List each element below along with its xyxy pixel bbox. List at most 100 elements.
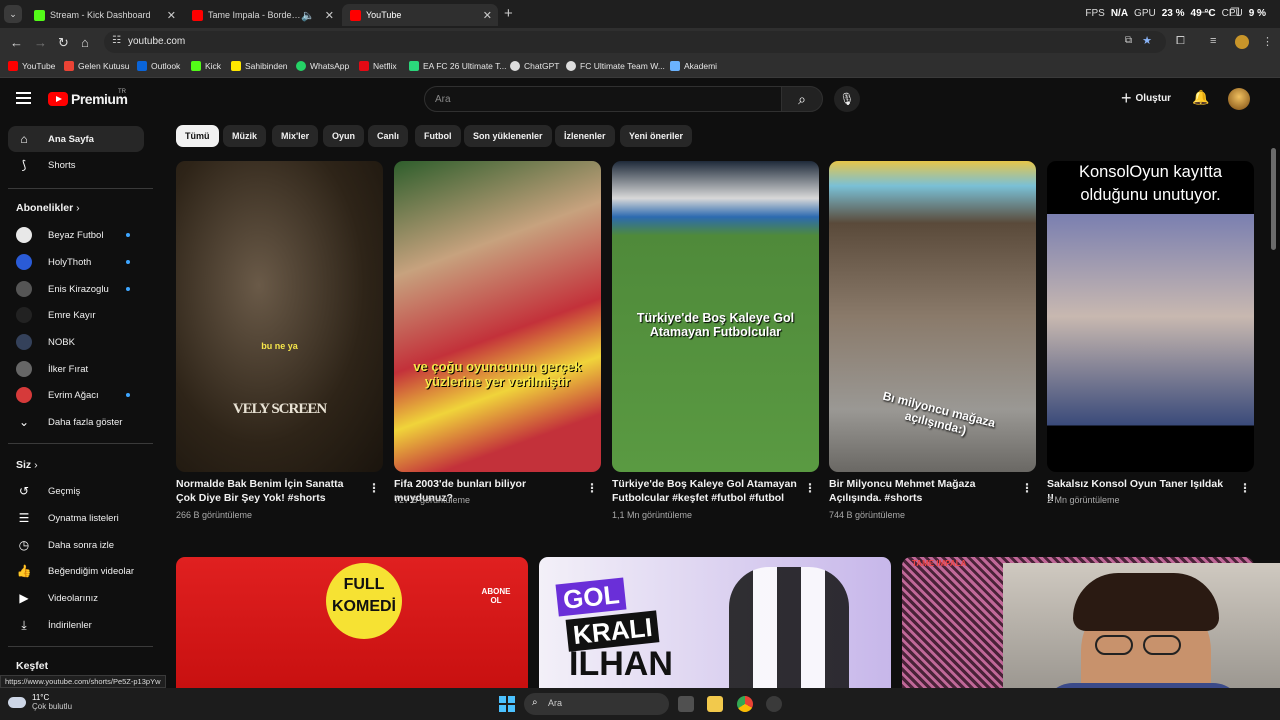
sidebar-item-downloads[interactable]: ⤓ İndirilenler <box>8 612 144 638</box>
chip-gaming[interactable]: Oyun <box>323 125 365 147</box>
more-options-icon[interactable]: ⋮ <box>1021 481 1033 495</box>
sidebar-item-shorts[interactable]: ⟆ Shorts <box>8 152 144 178</box>
bookmark-gmail[interactable]: Gelen Kutusu <box>64 61 130 71</box>
logo-country: TR <box>118 89 126 95</box>
search-button[interactable]: ⌕ <box>781 86 823 112</box>
sidebar-item-subscription[interactable]: HolyThoth <box>8 249 144 275</box>
bookmark-netflix[interactable]: Netflix <box>359 61 397 71</box>
voice-search-button[interactable]: 🎙 <box>834 86 860 112</box>
browser-profile-avatar[interactable] <box>1235 35 1249 49</box>
short-thumbnail[interactable]: ve çoğu oyuncunun gerçek yüzlerine yer v… <box>394 161 601 472</box>
new-tab-button[interactable]: + <box>504 5 513 22</box>
reload-icon[interactable]: ↻ <box>58 35 69 51</box>
menu-icon[interactable]: ⋮ <box>1262 35 1273 48</box>
short-card[interactable]: bu ne ya VELY SCREEN Normalde Bak Benim … <box>176 161 383 520</box>
chip-new-to-you[interactable]: Yeni öneriler <box>620 125 693 147</box>
video-title[interactable]: Bir Milyoncu Mehmet Mağaza Açılışında. #… <box>829 477 1014 505</box>
you-heading[interactable]: Siz › <box>16 459 38 471</box>
scrollbar[interactable] <box>1271 148 1276 250</box>
extensions-icon[interactable]: ⧠ <box>1176 35 1185 48</box>
sidebar-item-show-more[interactable]: ⌄ Daha fazla göster <box>8 409 144 435</box>
sidebar-item-subscription[interactable]: Evrim Ağacı <box>8 382 144 408</box>
short-thumbnail[interactable]: bu ne ya VELY SCREEN <box>176 161 383 472</box>
sidebar-item-subscription[interactable]: Beyaz Futbol <box>8 222 144 248</box>
file-explorer-icon[interactable] <box>707 696 723 712</box>
chip-live[interactable]: Canlı <box>368 125 409 147</box>
site-info-icon[interactable]: ☷ <box>112 35 121 46</box>
windows-start-icon[interactable] <box>499 696 515 712</box>
task-view-icon[interactable] <box>678 696 694 712</box>
new-content-dot <box>126 260 130 264</box>
video-thumbnail[interactable]: FULL KOMEDİ ABONE OL <box>176 557 528 688</box>
home-icon[interactable]: ⌂ <box>81 35 89 50</box>
avatar[interactable] <box>1228 88 1250 110</box>
more-options-icon[interactable]: ⋮ <box>586 481 598 495</box>
bookmark-label: Akademi <box>684 61 718 71</box>
create-button[interactable]: + Oluştur <box>1121 89 1171 107</box>
short-thumbnail[interactable]: Türkiye'de Boş Kaleye Gol Atamayan Futbo… <box>612 161 819 472</box>
tab-kick[interactable]: Stream - Kick Dashboard ✕ <box>26 4 182 26</box>
sidebar-item-watch-later[interactable]: ◷ Daha sonra izle <box>8 532 144 558</box>
search-input[interactable]: Ara <box>424 86 782 112</box>
short-card[interactable]: Bı milyoncu mağaza açılışında:) Bir Mily… <box>829 161 1036 520</box>
video-thumbnail[interactable]: GOL KRALI İLHAN <box>539 557 891 688</box>
taskbar-search[interactable]: ⌕ Ara <box>524 693 669 715</box>
sidebar-item-subscription[interactable]: Enis Kirazoglu <box>8 276 144 302</box>
media-control-icon[interactable]: ≡ <box>1210 35 1216 47</box>
more-options-icon[interactable]: ⋮ <box>1239 481 1251 495</box>
youtube-icon <box>350 9 361 21</box>
bookmark-fc-ultimate[interactable]: FC Ultimate Team W... <box>566 61 665 71</box>
close-icon[interactable]: ✕ <box>325 9 334 22</box>
bookmark-youtube[interactable]: YouTube <box>8 61 55 71</box>
short-card[interactable]: ve çoğu oyuncunun gerçek yüzlerine yer v… <box>394 161 601 505</box>
sidebar-item-home[interactable]: ⌂ Ana Sayfa <box>8 126 144 152</box>
youtube-logo[interactable]: Premium TR <box>48 89 128 107</box>
chip-mixes[interactable]: Mix'ler <box>272 125 319 147</box>
more-options-icon[interactable]: ⋮ <box>368 481 380 495</box>
url-field[interactable]: ☷ youtube.com ⧉ ★ <box>104 31 1166 53</box>
short-card[interactable]: KonsolOyun kayıtta olduğunu unutuyor. Sa… <box>1047 161 1254 505</box>
chip-recently-uploaded[interactable]: Son yüklenenler <box>464 125 552 147</box>
app-icon[interactable] <box>766 696 782 712</box>
notifications-icon[interactable]: 🔔 <box>1192 89 1209 106</box>
tab-youtube[interactable]: YouTube ✕ <box>342 4 498 26</box>
sidebar-item-your-videos[interactable]: ▶ Videolarınız <box>8 585 144 611</box>
chip-football[interactable]: Futbol <box>415 125 461 147</box>
sidebar-item-subscription[interactable]: İlker Fırat <box>8 356 144 382</box>
channel-avatar <box>16 334 32 350</box>
sidebar-item-liked-videos[interactable]: 👍 Beğendiğim videolar <box>8 558 144 584</box>
short-card[interactable]: Türkiye'de Boş Kaleye Gol Atamayan Futbo… <box>612 161 819 520</box>
bookmark-sahibinden[interactable]: Sahibinden <box>231 61 288 71</box>
video-title[interactable]: Normalde Bak Benim İçin Sanatta Çok Diye… <box>176 477 361 505</box>
bookmark-eafc[interactable]: EA FC 26 Ultimate T... <box>409 61 506 71</box>
sidebar-item-playlists[interactable]: ☰ Oynatma listeleri <box>8 505 144 531</box>
chip-music[interactable]: Müzik <box>223 125 267 147</box>
menu-icon[interactable] <box>16 92 31 107</box>
sidebar-item-subscription[interactable]: Emre Kayır <box>8 302 144 328</box>
speaker-icon[interactable]: 🔈 <box>301 9 315 22</box>
bookmark-outlook[interactable]: Outlook <box>137 61 180 71</box>
chip-watched[interactable]: İzlenenler <box>555 125 615 147</box>
close-icon[interactable]: ✕ <box>167 9 176 22</box>
back-icon[interactable]: ← <box>10 35 23 50</box>
bookmark-kick[interactable]: Kick <box>191 61 221 71</box>
sidebar-item-history[interactable]: ↺ Geçmiş <box>8 478 144 504</box>
short-thumbnail[interactable]: Bı milyoncu mağaza açılışında:) <box>829 161 1036 472</box>
close-icon[interactable]: ✕ <box>483 9 492 22</box>
subscriptions-heading[interactable]: Abonelikler › <box>16 202 80 214</box>
cast-icon[interactable]: ⧉ <box>1125 35 1132 46</box>
sidebar-item-subscription[interactable]: NOBK <box>8 329 144 355</box>
tab-search-button[interactable]: ⌄ <box>4 5 22 23</box>
video-title[interactable]: Türkiye'de Boş Kaleye Gol Atamayan Futbo… <box>612 477 797 505</box>
forward-icon[interactable]: → <box>34 35 47 50</box>
short-thumbnail[interactable]: KonsolOyun kayıtta olduğunu unutuyor. <box>1047 161 1254 472</box>
chip-all[interactable]: Tümü <box>176 125 219 147</box>
more-options-icon[interactable]: ⋮ <box>804 481 816 495</box>
tab-tame-impala[interactable]: Tame Impala - Borderline (C 🔈 ✕ <box>184 4 340 26</box>
bookmark-whatsapp[interactable]: WhatsApp <box>296 61 349 71</box>
bookmark-chatgpt[interactable]: ChatGPT <box>510 61 559 71</box>
bookmark-star-icon[interactable]: ★ <box>1142 34 1152 47</box>
chrome-icon[interactable] <box>737 696 753 712</box>
weather-widget[interactable]: 11°C Çok bulutlu <box>8 693 72 711</box>
bookmark-akademi[interactable]: Akademi <box>670 61 717 71</box>
